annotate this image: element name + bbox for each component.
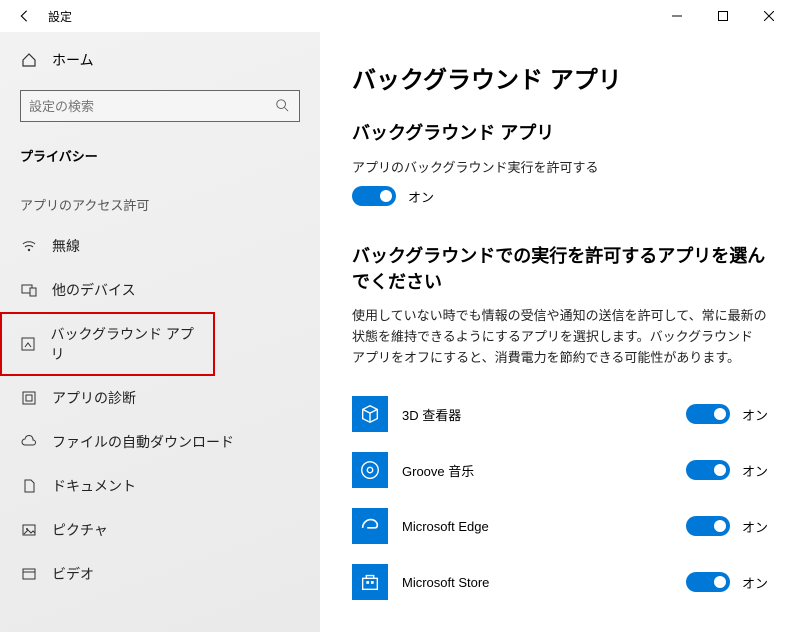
sidebar-item-label: アプリの診断 (52, 388, 136, 408)
sidebar-item-other-devices[interactable]: 他のデバイス (0, 268, 320, 312)
app-row-3d-viewer: 3D 查看器 オン (352, 386, 768, 442)
app-icon-3d-viewer (352, 396, 388, 432)
sidebar-item-auto-download[interactable]: ファイルの自動ダウンロード (0, 420, 320, 464)
sidebar-item-radio[interactable]: 無線 (0, 224, 320, 268)
app-icon-edge (352, 508, 388, 544)
sidebar-item-label: ファイルの自動ダウンロード (52, 432, 234, 452)
devices-icon (20, 281, 38, 299)
sidebar-group-app-permissions: アプリのアクセス許可 (0, 175, 320, 224)
sidebar-item-documents[interactable]: ドキュメント (0, 464, 320, 508)
sidebar-home[interactable]: ホーム (0, 40, 320, 80)
app-toggle-groove[interactable] (686, 460, 730, 480)
app-row-edge: Microsoft Edge オン (352, 498, 768, 554)
app-name: Groove 音乐 (402, 461, 686, 480)
app-toggle-state: オン (742, 517, 768, 536)
home-icon (20, 52, 38, 68)
sidebar: ホーム プライバシー アプリのアクセス許可 無線 他のデバイス バックグラウンド… (0, 32, 320, 632)
app-toggle-store[interactable] (686, 572, 730, 592)
app-icon-groove (352, 452, 388, 488)
close-button[interactable] (746, 0, 792, 32)
diagnostics-icon (20, 389, 38, 407)
sidebar-item-label: 無線 (52, 236, 80, 256)
page-title: バックグラウンド アプリ (352, 60, 768, 95)
app-toggle-state: オン (742, 405, 768, 424)
document-icon (20, 477, 38, 495)
app-row-store: Microsoft Store オン (352, 554, 768, 610)
app-toggle-3d-viewer[interactable] (686, 404, 730, 424)
app-toggle-state: オン (742, 461, 768, 480)
sidebar-item-label: ピクチャ (52, 520, 108, 540)
sidebar-item-background-apps[interactable]: バックグラウンド アプリ (0, 312, 215, 376)
sidebar-item-pictures[interactable]: ピクチャ (0, 508, 320, 552)
search-box[interactable] (20, 90, 300, 122)
master-toggle[interactable] (352, 186, 396, 206)
sidebar-item-label: 他のデバイス (52, 280, 136, 300)
section-description: 使用していない時でも情報の受信や通知の送信を許可して、常に最新の状態を維持できる… (352, 306, 768, 368)
maximize-button[interactable] (700, 0, 746, 32)
cloud-download-icon (20, 433, 38, 451)
app-name: Microsoft Edge (402, 519, 686, 534)
sidebar-item-videos[interactable]: ビデオ (0, 552, 320, 596)
sidebar-home-label: ホーム (52, 50, 94, 70)
minimize-button[interactable] (654, 0, 700, 32)
app-icon-store (352, 564, 388, 600)
app-name: 3D 查看器 (402, 405, 686, 424)
main-panel: バックグラウンド アプリ バックグラウンド アプリ アプリのバックグラウンド実行… (320, 32, 800, 632)
master-toggle-state: オン (408, 187, 434, 206)
sidebar-item-app-diagnostics[interactable]: アプリの診断 (0, 376, 320, 420)
background-apps-icon (20, 335, 37, 353)
radio-icon (20, 237, 38, 255)
picture-icon (20, 521, 38, 539)
app-row-groove: Groove 音乐 オン (352, 442, 768, 498)
sidebar-item-label: ドキュメント (52, 476, 136, 496)
section-choose-apps: バックグラウンドでの実行を許可するアプリを選んでください (352, 242, 768, 294)
section-background-apps: バックグラウンド アプリ (352, 119, 768, 145)
back-button[interactable] (8, 0, 40, 32)
window-title: 設定 (48, 8, 72, 25)
app-name: Microsoft Store (402, 575, 686, 590)
sidebar-item-label: ビデオ (52, 564, 94, 584)
app-toggle-state: オン (742, 573, 768, 592)
video-icon (20, 565, 38, 583)
master-permission-label: アプリのバックグラウンド実行を許可する (352, 157, 768, 176)
app-toggle-edge[interactable] (686, 516, 730, 536)
search-icon (275, 98, 291, 114)
search-input[interactable] (29, 99, 275, 114)
sidebar-item-label: バックグラウンド アプリ (51, 324, 195, 364)
sidebar-group-privacy: プライバシー (0, 132, 320, 175)
